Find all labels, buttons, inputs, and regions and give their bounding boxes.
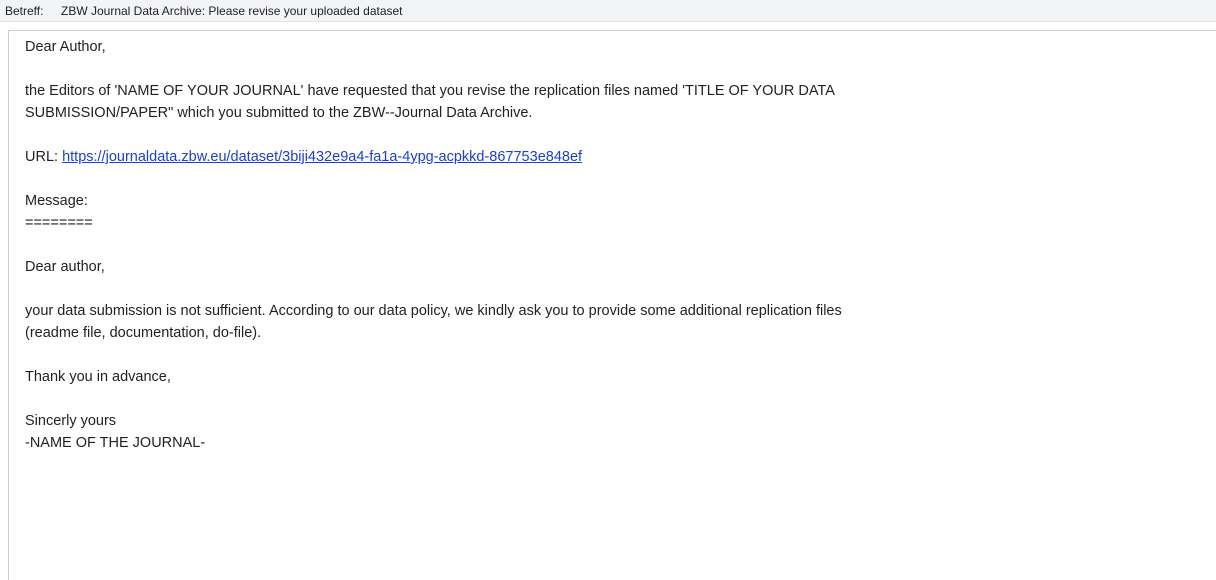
thanks-line: Thank you in advance, xyxy=(25,369,171,385)
closing-block: Sincerly yours -NAME OF THE JOURNAL- xyxy=(25,410,1205,454)
intro-line-1: the Editors of 'NAME OF YOUR JOURNAL' ha… xyxy=(25,83,835,99)
greeting: Dear Author, xyxy=(25,39,106,55)
intro-line-2: SUBMISSION/PAPER" which you submitted to… xyxy=(25,105,533,121)
subject-value: ZBW Journal Data Archive: Please revise … xyxy=(61,4,403,18)
dataset-link[interactable]: https://journaldata.zbw.eu/dataset/3biji… xyxy=(62,149,582,165)
url-label: URL: xyxy=(25,149,63,165)
url-line: URL: https://journaldata.zbw.eu/dataset/… xyxy=(25,146,1205,168)
inner-greeting: Dear author, xyxy=(25,259,105,275)
request-line-1: your data submission is not sufficient. … xyxy=(25,303,842,319)
request-paragraph: your data submission is not sufficient. … xyxy=(25,300,1205,344)
message-body: Dear Author, the Editors of 'NAME OF YOU… xyxy=(25,36,1205,454)
subject-bar: Betreff: ZBW Journal Data Archive: Pleas… xyxy=(0,0,1216,22)
message-header: Message: ======== xyxy=(25,190,1205,234)
request-line-2: (readme file, documentation, do-file). xyxy=(25,325,262,341)
intro-paragraph: the Editors of 'NAME OF YOUR JOURNAL' ha… xyxy=(25,80,1205,124)
message-label: Message: xyxy=(25,193,88,209)
closing-line: Sincerly yours xyxy=(25,413,117,429)
message-separator: ======== xyxy=(25,215,93,231)
subject-label: Betreff: xyxy=(5,4,44,18)
signature-line: -NAME OF THE JOURNAL- xyxy=(25,435,206,451)
